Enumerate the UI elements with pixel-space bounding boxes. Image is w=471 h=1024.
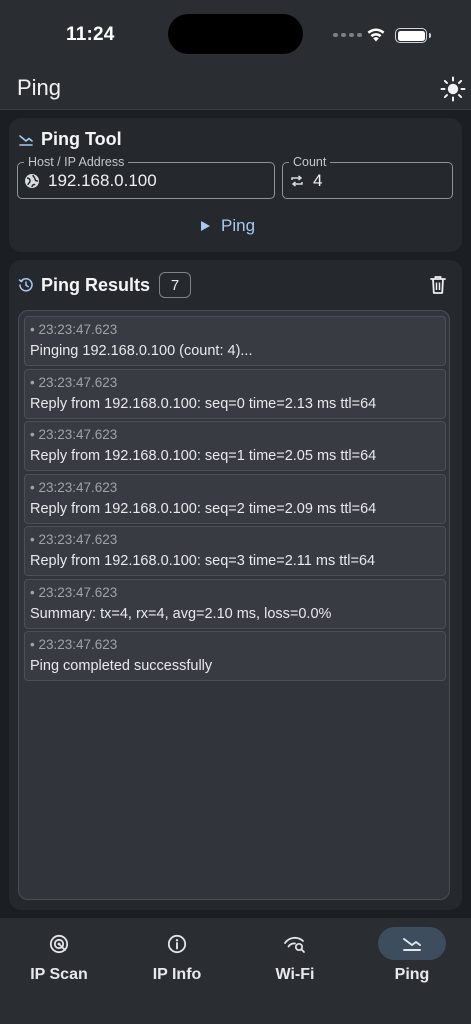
log-message: Summary: tx=4, rx=4, avg=2.10 ms, loss=0…	[30, 605, 332, 622]
ping-results-header: Ping Results 7	[18, 272, 192, 298]
nav-label: IP Scan	[30, 966, 88, 983]
log-message: Reply from 192.168.0.100: seq=3 time=2.1…	[30, 553, 376, 569]
nav-pill	[143, 927, 211, 960]
nav-pill	[25, 927, 93, 960]
ping-tool-header: Ping Tool	[18, 129, 122, 150]
log-timestamp: • 23:23:47.623	[30, 637, 118, 652]
log-entry: • 23:23:47.623 Reply from 192.168.0.100:…	[24, 421, 446, 471]
log-entry: • 23:23:47.623 Ping completed successful…	[24, 631, 446, 681]
history-icon	[18, 278, 33, 292]
info-icon	[167, 934, 187, 953]
log-message: Reply from 192.168.0.100: seq=0 time=2.1…	[30, 395, 377, 412]
top-bar: 11:24 Ping	[0, 0, 471, 110]
theme-toggle-button[interactable]	[440, 76, 466, 102]
ping-icon	[19, 134, 33, 146]
radar-icon	[49, 934, 69, 953]
ping-icon	[403, 937, 421, 951]
page-title: Ping	[17, 75, 62, 100]
results-log[interactable]: • 23:23:47.623 Pinging 192.168.0.100 (co…	[18, 310, 450, 900]
log-timestamp: • 23:23:47.623	[30, 584, 118, 600]
signal-dots-icon	[333, 33, 362, 37]
log-timestamp: • 23:23:47.623	[30, 374, 118, 390]
top-bar-divider	[0, 109, 471, 110]
clear-results-button[interactable]	[427, 274, 449, 296]
log-entry: • 23:23:47.623 Summary: tx=4, rx=4, avg=…	[24, 578, 446, 629]
log-message: Reply from 192.168.0.100: seq=1 time=2.0…	[30, 448, 377, 464]
results-count-badge: 7	[159, 272, 192, 298]
play-icon	[201, 221, 210, 231]
screen: 11:24 Ping Ping Tool Host / IP Address 1…	[0, 0, 471, 1024]
ping-results-title: Ping Results	[41, 274, 151, 295]
globe-icon	[25, 174, 39, 188]
status-time: 11:24	[66, 24, 115, 45]
nav-item-ip-info[interactable]: IP Info	[118, 927, 236, 984]
count-input[interactable]	[313, 163, 446, 198]
trash-icon	[430, 276, 446, 294]
nav-item-ip-scan[interactable]: IP Scan	[0, 927, 118, 984]
ping-results-card: Ping Results 7 • 23:23:47.623 Pinging 19…	[9, 260, 462, 910]
sun-icon	[440, 76, 466, 102]
log-entry: • 23:23:47.623 Reply from 192.168.0.100:…	[24, 368, 446, 419]
wifi-icon	[367, 28, 385, 42]
ping-tool-title: Ping Tool	[41, 129, 122, 149]
status-icons	[333, 24, 433, 46]
nav-label: Wi-Fi	[275, 966, 315, 983]
nav-item-ping[interactable]: Ping	[353, 927, 471, 984]
nav-pill	[261, 927, 329, 960]
repeat-icon	[291, 175, 303, 187]
count-field[interactable]: Count	[282, 155, 453, 199]
log-message: Pinging 192.168.0.100 (count: 4)...	[30, 343, 253, 359]
battery-icon	[395, 28, 431, 43]
log-timestamp: • 23:23:47.623	[30, 427, 118, 442]
log-timestamp: • 23:23:47.623	[30, 479, 118, 495]
log-message: Reply from 192.168.0.100: seq=2 time=2.0…	[30, 500, 377, 517]
log-entry: • 23:23:47.623 Reply from 192.168.0.100:…	[24, 473, 446, 524]
bottom-navigation: IP Scan IP Info Wi-Fi Ping	[0, 918, 471, 1024]
nav-item-wifi[interactable]: Wi-Fi	[236, 927, 354, 984]
wifi-search-icon	[284, 936, 305, 953]
log-timestamp: • 23:23:47.623	[30, 322, 118, 337]
log-entry: • 23:23:47.623 Reply from 192.168.0.100:…	[24, 526, 446, 576]
nav-pill-active	[378, 927, 446, 960]
ping-button-label: Ping	[221, 216, 256, 235]
log-message: Ping completed successfully	[30, 658, 213, 674]
host-field[interactable]: Host / IP Address	[17, 155, 275, 199]
log-timestamp: • 23:23:47.623	[30, 532, 118, 547]
results-list: • 23:23:47.623 Pinging 192.168.0.100 (co…	[24, 316, 446, 684]
host-input[interactable]	[48, 163, 268, 198]
nav-label: Ping	[394, 966, 430, 983]
log-entry: • 23:23:47.623 Pinging 192.168.0.100 (co…	[24, 316, 446, 366]
nav-label: IP Info	[152, 966, 202, 983]
dynamic-island	[168, 14, 303, 54]
ping-button[interactable]: Ping	[199, 212, 255, 240]
ping-tool-card: Ping Tool Host / IP Address Count	[9, 118, 462, 252]
